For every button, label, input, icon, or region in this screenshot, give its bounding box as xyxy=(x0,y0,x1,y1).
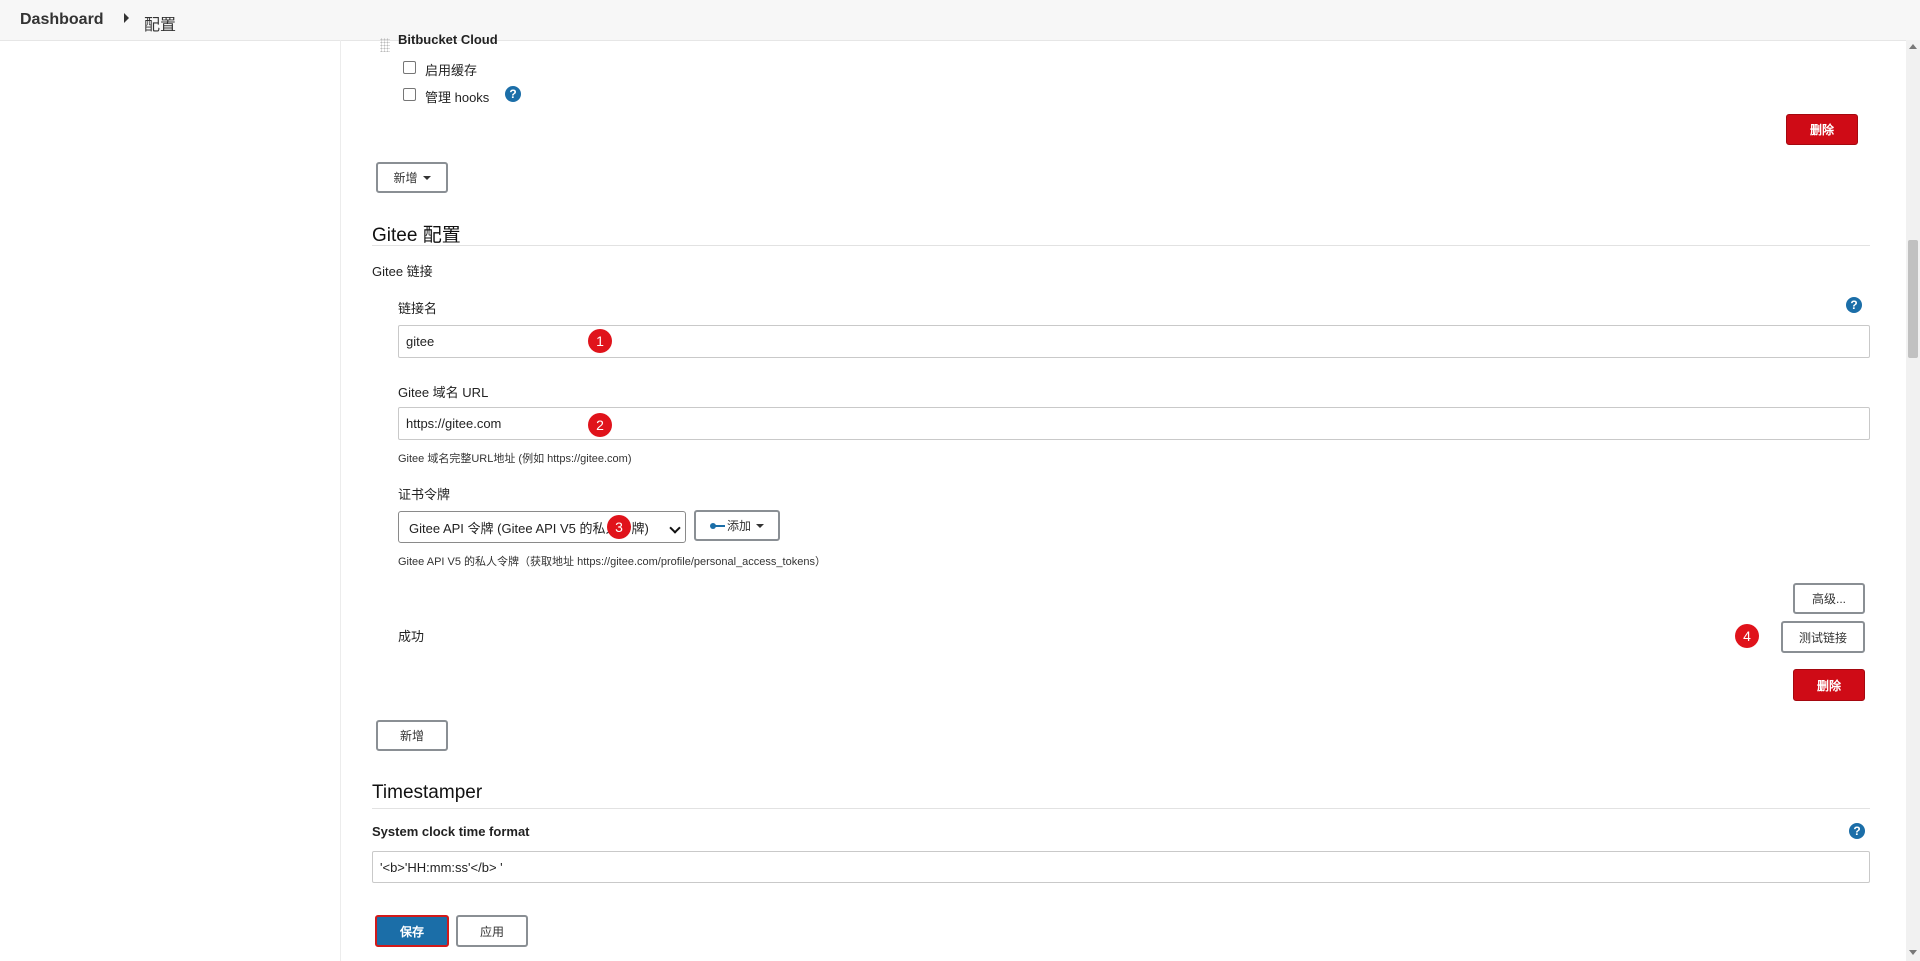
gitee-add-button[interactable]: 新增 xyxy=(376,720,448,751)
time-format-input[interactable]: '<b>'HH:mm:ss'</b> ' xyxy=(372,851,1870,883)
credential-select[interactable]: Gitee API 令牌 (Gitee API V5 的私人令牌) xyxy=(398,511,686,543)
apply-button[interactable]: 应用 xyxy=(456,915,528,947)
annotation-marker-3: 3 xyxy=(607,515,631,539)
chevron-down-icon xyxy=(669,522,681,534)
annotation-marker-4: 4 xyxy=(1735,624,1759,648)
enable-cache-label: 启用缓存 xyxy=(425,63,478,78)
scrollbar-thumb[interactable] xyxy=(1908,240,1918,358)
manage-hooks-label: 管理 hooks xyxy=(425,90,490,105)
bitbucket-title: Bitbucket Cloud xyxy=(398,32,498,44)
manage-hooks-help-icon[interactable]: ? xyxy=(505,86,521,102)
scroll-down-arrow-icon[interactable] xyxy=(1909,950,1917,955)
time-format-help-icon[interactable]: ? xyxy=(1849,823,1865,839)
timestamper-section-title: Timestamper xyxy=(372,782,483,803)
gitee-url-label: Gitee 域名 URL xyxy=(398,385,489,400)
breadcrumb-chevron-icon xyxy=(124,13,129,23)
credential-add-button[interactable]: 添加 xyxy=(694,510,780,541)
key-icon xyxy=(709,522,725,529)
gitee-connections-label: Gitee 链接 xyxy=(372,264,433,279)
credential-add-label: 添加 xyxy=(726,519,751,533)
credential-hint: Gitee API V5 的私人令牌（获取地址 https://gitee.co… xyxy=(398,556,826,568)
manage-hooks-checkbox[interactable] xyxy=(403,88,416,101)
bitbucket-delete-button[interactable]: 删除 xyxy=(1786,114,1858,145)
bitbucket-add-label: 新增 xyxy=(393,171,418,185)
breadcrumb-dashboard[interactable]: Dashboard xyxy=(20,11,104,29)
gitee-section-divider xyxy=(372,245,1870,246)
bitbucket-add-button[interactable]: 新增 xyxy=(376,162,448,193)
gitee-section-title: Gitee 配置 xyxy=(372,225,461,246)
timestamper-section-divider xyxy=(372,808,1870,809)
sidebar-divider xyxy=(340,40,341,961)
breadcrumb-bar: Dashboard 配置 xyxy=(0,0,1920,41)
drag-handle-icon[interactable] xyxy=(380,38,390,52)
chevron-down-icon xyxy=(756,523,764,528)
advanced-button[interactable]: 高级... xyxy=(1793,583,1865,614)
chevron-down-icon xyxy=(422,175,431,180)
save-button[interactable]: 保存 xyxy=(375,915,449,947)
gitee-url-input[interactable]: https://gitee.com xyxy=(398,407,1870,440)
scroll-up-arrow-icon[interactable] xyxy=(1909,44,1917,49)
annotation-marker-1: 1 xyxy=(588,329,612,353)
annotation-marker-2: 2 xyxy=(588,413,612,437)
gitee-delete-button[interactable]: 删除 xyxy=(1793,669,1865,701)
connection-name-input[interactable]: gitee xyxy=(398,325,1870,358)
time-format-label: System clock time format xyxy=(372,824,530,839)
scrollbar-track[interactable] xyxy=(1906,40,1920,961)
breadcrumb-current[interactable]: 配置 xyxy=(144,11,176,35)
enable-cache-checkbox[interactable] xyxy=(403,61,416,74)
connection-name-label: 链接名 xyxy=(398,301,438,316)
connection-status-text: 成功 xyxy=(398,629,425,644)
gitee-url-hint: Gitee 域名完整URL地址 (例如 https://gitee.com) xyxy=(398,453,632,465)
credential-label: 证书令牌 xyxy=(398,487,451,502)
test-connection-button[interactable]: 测试链接 xyxy=(1781,621,1865,653)
connection-name-help-icon[interactable]: ? xyxy=(1846,297,1862,313)
